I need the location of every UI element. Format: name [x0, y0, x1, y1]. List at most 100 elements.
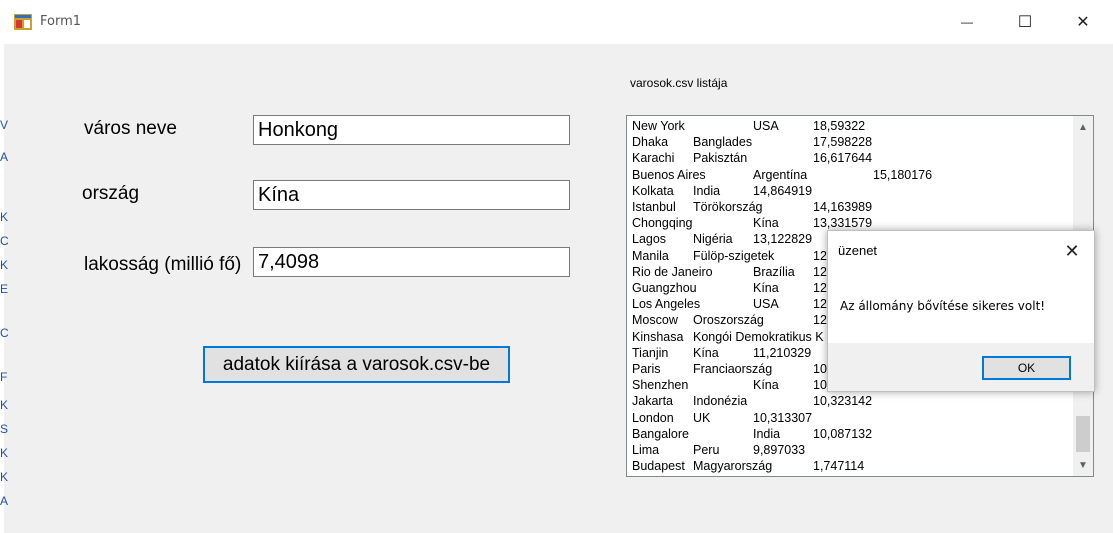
list-item-field: Lima	[632, 443, 660, 457]
list-item-field: Dhaka	[632, 135, 669, 150]
ok-button[interactable]: OK	[982, 356, 1071, 380]
window-title: Form1	[40, 14, 82, 29]
background-fragment: K	[0, 398, 9, 412]
list-item-field: Argentína	[753, 167, 808, 182]
list-item-field: London	[632, 410, 674, 425]
list-item-field: Paris	[632, 362, 661, 376]
list-item-field: 12	[813, 281, 827, 295]
background-fragment: C	[0, 234, 9, 248]
list-item-field: 12	[813, 297, 827, 312]
list-item-field: Chongqing	[632, 216, 693, 231]
list-item-field: Guangzhou	[632, 281, 697, 295]
list-item-field: 12	[813, 264, 827, 279]
background-fragment: C	[0, 326, 9, 340]
message-dialog: üzenet ✕ Az állomány bővítése sikeres vo…	[827, 230, 1095, 392]
minimize-button[interactable]: —	[938, 0, 996, 44]
list-item-field: Lagos	[632, 232, 667, 247]
list-item-field: 9,897033	[753, 443, 806, 457]
list-item-field: Indonézia	[693, 394, 748, 409]
city-label: város neve	[84, 118, 177, 139]
list-item-field: Brazília	[753, 264, 795, 279]
list-item-field: Karachi	[632, 151, 675, 166]
list-item-field: 17,598228	[813, 135, 873, 150]
list-item-field: Shenzhen	[632, 378, 689, 393]
list-item-field: 10	[813, 378, 827, 393]
population-input[interactable]: 7,4098	[253, 247, 570, 277]
minimize-icon: —	[961, 15, 973, 29]
maximize-icon: ☐	[1017, 14, 1033, 31]
list-item-field: Jakarta	[632, 394, 673, 409]
background-fragment: V	[0, 118, 9, 132]
list-item-field: Banglades	[693, 135, 753, 150]
scroll-up-icon[interactable]: ▲	[1073, 118, 1093, 136]
scroll-down-icon[interactable]: ▼	[1073, 456, 1093, 474]
list-item-field: 16,617644	[813, 151, 873, 166]
list-item-field: Oroszország	[693, 313, 764, 328]
background-fragment: K	[0, 446, 9, 460]
list-item-field: Manila	[632, 248, 669, 263]
list-item-field: 13,122829	[753, 232, 813, 247]
write-csv-button[interactable]: adatok kiírása a varosok.csv-be	[203, 346, 510, 383]
close-button[interactable]: ✕	[1054, 0, 1112, 44]
list-item-field: Buenos Aires	[632, 167, 706, 182]
list-item-field: Pakisztán	[693, 151, 748, 166]
background-fragment: F	[0, 370, 8, 384]
list-item-field: UK	[693, 410, 711, 425]
scroll-thumb[interactable]	[1076, 416, 1090, 452]
title-bar: Form1 — ☐ ✕	[0, 0, 1113, 44]
list-item-field: New York	[632, 119, 685, 133]
list-item-field: Los Angeles	[632, 297, 701, 312]
maximize-button[interactable]: ☐	[996, 0, 1054, 44]
background-fragment: E	[0, 282, 9, 296]
country-input[interactable]: Kína	[253, 180, 570, 210]
list-item-field: Kína	[753, 378, 779, 393]
list-item-field: Peru	[693, 443, 720, 457]
list-item-field: 1,747114	[813, 459, 865, 474]
background-fragment: K	[0, 210, 9, 224]
app-icon	[14, 14, 32, 30]
list-item-field: Magyarország	[693, 459, 773, 474]
list-item-field: Kína	[693, 345, 719, 360]
dialog-title: üzenet	[838, 243, 878, 258]
population-label: lakosság (millió fő)	[84, 254, 242, 275]
list-item-field: 14,163989	[813, 200, 873, 214]
list-item-field: 11,210329	[753, 345, 812, 360]
list-item-field: 14,864919	[753, 183, 813, 198]
list-item-field: Kína	[753, 216, 779, 231]
list-item-field: 12	[813, 248, 827, 263]
list-item-field: 15,180176	[873, 167, 933, 182]
close-icon: ✕	[1064, 240, 1080, 261]
list-item-field: 18,59322	[813, 119, 866, 133]
list-item-field: 10	[813, 362, 827, 376]
list-item-field: Franciaország	[693, 362, 773, 376]
background-fragment: A	[0, 150, 9, 164]
background-fragment: A	[0, 494, 9, 508]
list-item-field: 12	[813, 313, 827, 328]
dialog-footer: OK	[828, 343, 1094, 391]
list-item-field: India	[753, 426, 781, 441]
list-item-field: USA	[753, 297, 779, 312]
list-item-field: Rio de Janeiro	[632, 264, 713, 279]
list-item-field: Fülöp-szigetek	[693, 248, 775, 263]
city-input[interactable]: Honkong	[253, 115, 570, 145]
background-fragment: S	[0, 422, 9, 436]
list-item-field: Istanbul	[632, 200, 676, 214]
background-fragment: K	[0, 258, 9, 272]
list-item-field: Kongói Demokratikus K	[693, 329, 824, 344]
list-item-field: 13,331579	[813, 216, 873, 231]
list-title: varosok.csv listája	[630, 76, 728, 90]
list-item-field: Kína	[753, 281, 779, 295]
list-item-field: Tianjin	[632, 345, 669, 360]
dialog-close-button[interactable]: ✕	[1058, 239, 1086, 263]
list-item-field: Budapest	[632, 459, 685, 474]
list-item-field: 10,313307	[753, 410, 813, 425]
list-item-field: USA	[753, 119, 779, 133]
dialog-message: Az állomány bővítése sikeres volt!	[840, 299, 1046, 313]
list-item-field: Kolkata	[632, 183, 674, 198]
list-item-field: Bangalore	[632, 426, 689, 441]
list-item-field: Törökország	[693, 200, 763, 214]
country-label: ország	[82, 183, 140, 204]
list-item-field: 10,323142	[813, 394, 873, 409]
list-item-field: 10,087132	[813, 426, 873, 441]
close-icon: ✕	[1076, 14, 1090, 31]
